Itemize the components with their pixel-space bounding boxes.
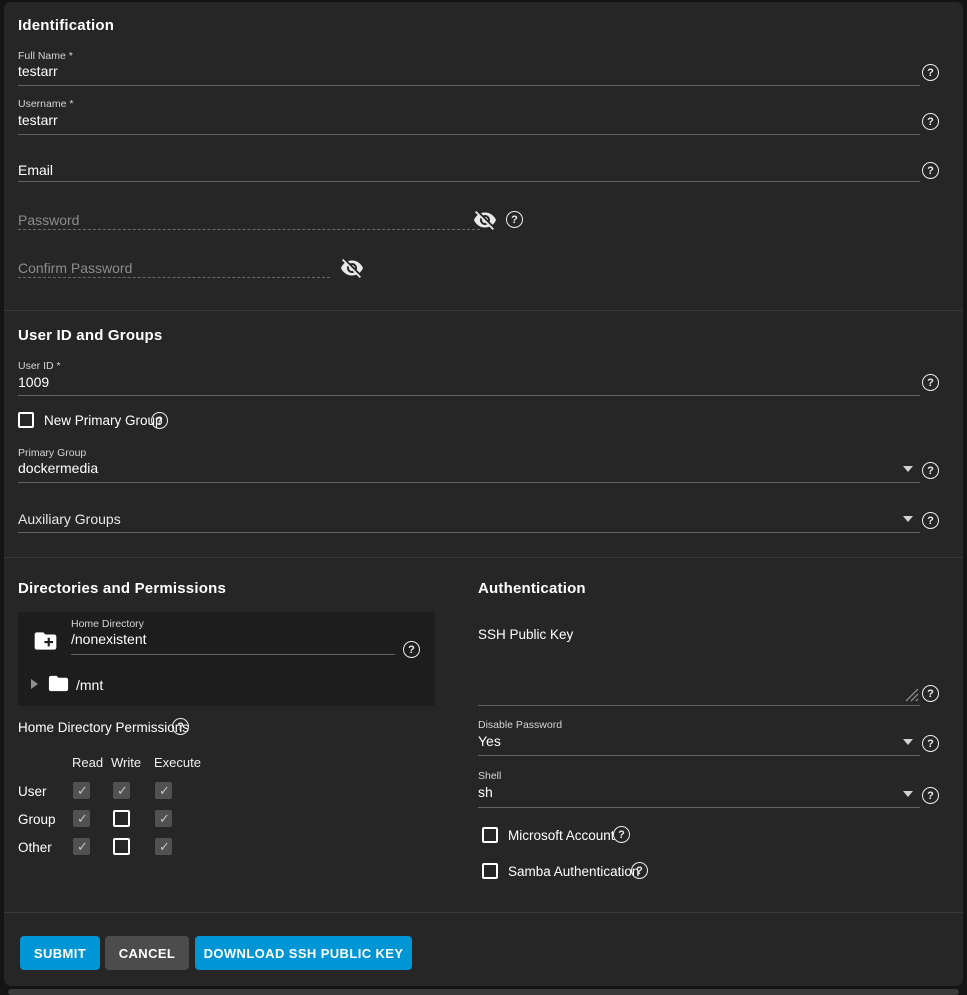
user-id-input[interactable]: 1009 (18, 374, 49, 390)
primary-group-help-icon[interactable] (922, 462, 939, 479)
user-id-help-icon[interactable] (922, 374, 939, 391)
full-name-help-icon[interactable] (922, 64, 939, 81)
home-directory-label: Home Directory (71, 618, 144, 630)
perm-row-other-label: Other (18, 840, 52, 855)
disable-password-help-icon[interactable] (922, 735, 939, 752)
footer-divider (4, 912, 963, 913)
disable-password-label: Disable Password (478, 719, 562, 731)
folder-icon[interactable] (46, 672, 71, 695)
password-help-icon[interactable] (506, 211, 523, 228)
auxiliary-groups-dropdown-arrow-icon[interactable] (903, 516, 913, 522)
perm-col-execute: Execute (154, 755, 201, 770)
email-help-icon[interactable] (922, 162, 939, 179)
perm-col-write: Write (111, 755, 141, 770)
confirm-password-visibility-off-icon[interactable] (340, 256, 364, 280)
ssh-public-key-label: SSH Public Key (478, 627, 573, 642)
perm-user-read-checkbox[interactable] (73, 782, 90, 799)
primary-group-label: Primary Group (18, 447, 86, 459)
primary-group-underline (18, 482, 920, 483)
section-title-identification: Identification (18, 17, 114, 34)
full-name-label: Full Name * (18, 50, 73, 62)
perm-other-write-checkbox[interactable] (113, 838, 130, 855)
auxiliary-groups-select[interactable]: Auxiliary Groups (18, 511, 121, 527)
disable-password-select[interactable]: Yes (478, 733, 501, 749)
username-label: Username * (18, 98, 73, 110)
perm-group-write-checkbox[interactable] (113, 810, 130, 827)
perm-group-execute-checkbox[interactable] (155, 810, 172, 827)
perm-other-execute-checkbox[interactable] (155, 838, 172, 855)
password-underline (18, 229, 480, 230)
auxiliary-groups-help-icon[interactable] (922, 512, 939, 529)
home-directory-permissions-label: Home Directory Permissions (18, 720, 189, 735)
new-primary-group-help-icon[interactable] (151, 412, 168, 429)
download-ssh-key-button[interactable]: DOWNLOAD SSH PUBLIC KEY (195, 936, 412, 970)
disable-password-dropdown-arrow-icon[interactable] (903, 739, 913, 745)
shell-help-icon[interactable] (922, 787, 939, 804)
perm-group-read-checkbox[interactable] (73, 810, 90, 827)
microsoft-account-help-icon[interactable] (613, 826, 630, 843)
shell-select[interactable]: sh (478, 784, 493, 800)
submit-button[interactable]: SUBMIT (20, 936, 100, 970)
user-id-label: User ID * (18, 360, 61, 372)
tree-item-mnt[interactable]: /mnt (76, 677, 103, 693)
microsoft-account-label: Microsoft Account (508, 828, 615, 843)
microsoft-account-checkbox[interactable] (482, 827, 498, 843)
perm-user-execute-checkbox[interactable] (155, 782, 172, 799)
full-name-input[interactable]: testarr (18, 63, 58, 79)
perm-user-write-checkbox[interactable] (113, 782, 130, 799)
expand-arrow-icon[interactable] (31, 679, 38, 689)
user-id-underline (18, 395, 920, 396)
shell-dropdown-arrow-icon[interactable] (903, 791, 913, 797)
password-visibility-off-icon[interactable] (473, 208, 497, 232)
ssh-public-key-textarea[interactable] (478, 645, 920, 705)
username-underline (18, 134, 920, 135)
email-input[interactable]: Email (18, 162, 53, 178)
disable-password-underline (478, 755, 920, 756)
home-directory-permissions-help-icon[interactable] (172, 718, 189, 735)
perm-row-user-label: User (18, 784, 47, 799)
perm-other-read-checkbox[interactable] (73, 838, 90, 855)
samba-authentication-help-icon[interactable] (631, 862, 648, 879)
ssh-public-key-help-icon[interactable] (922, 685, 939, 702)
full-name-underline (18, 85, 920, 86)
perm-row-group-label: Group (18, 812, 56, 827)
user-form-page: Identification Full Name * testarr Usern… (0, 0, 967, 995)
section-title-user-id-groups: User ID and Groups (18, 327, 162, 344)
cancel-button[interactable]: CANCEL (105, 936, 189, 970)
home-directory-underline (71, 654, 395, 655)
confirm-password-input[interactable]: Confirm Password (18, 260, 132, 276)
section-divider (4, 557, 963, 558)
home-directory-help-icon[interactable] (403, 641, 420, 658)
password-input[interactable]: Password (18, 212, 79, 228)
auxiliary-groups-underline (18, 532, 920, 533)
new-primary-group-checkbox[interactable] (18, 412, 34, 428)
samba-authentication-label: Samba Authentication (508, 864, 639, 879)
ssh-public-key-underline (478, 705, 920, 706)
confirm-password-underline (18, 277, 330, 278)
email-underline (18, 181, 920, 182)
shell-label: Shell (478, 770, 501, 782)
primary-group-dropdown-arrow-icon[interactable] (903, 466, 913, 472)
backdrop-strip (8, 989, 959, 995)
primary-group-select[interactable]: dockermedia (18, 460, 98, 476)
create-folder-icon[interactable] (31, 628, 60, 654)
section-divider (4, 310, 963, 311)
home-directory-input[interactable]: /nonexistent (71, 631, 147, 647)
shell-underline (478, 807, 920, 808)
section-title-authentication: Authentication (478, 580, 586, 597)
new-primary-group-label: New Primary Group (44, 413, 163, 428)
section-title-directories: Directories and Permissions (18, 580, 226, 597)
samba-authentication-checkbox[interactable] (482, 863, 498, 879)
perm-col-read: Read (72, 755, 103, 770)
username-help-icon[interactable] (922, 113, 939, 130)
textarea-resize-handle-icon[interactable] (905, 688, 919, 702)
username-input[interactable]: testarr (18, 112, 58, 128)
